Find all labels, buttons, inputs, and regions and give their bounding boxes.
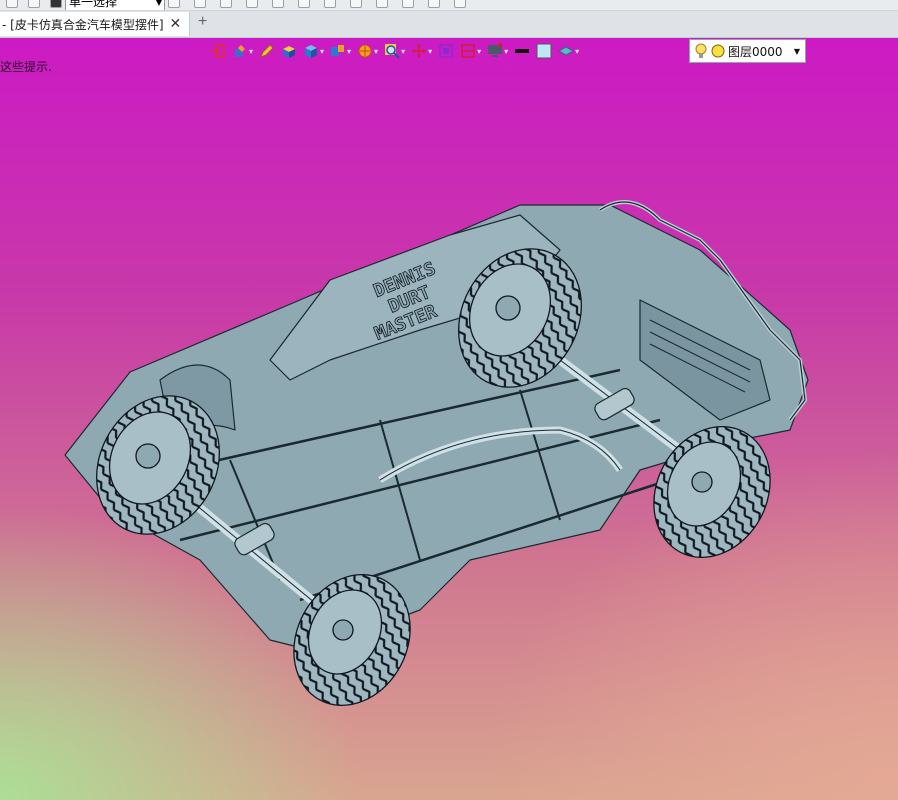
undo-icon[interactable]	[6, 0, 18, 8]
redo-icon[interactable]	[28, 0, 40, 8]
offset-icon[interactable]	[402, 0, 414, 8]
arc-icon[interactable]	[272, 0, 284, 8]
selection-mode-value: 单一选择	[69, 0, 118, 9]
line-icon[interactable]	[246, 0, 258, 8]
point-icon[interactable]	[220, 0, 232, 8]
add-tab-button[interactable]: +	[198, 13, 207, 31]
pickup-truck-model[interactable]: DENNIS DURT MASTER	[0, 38, 898, 800]
snap-icon[interactable]	[324, 0, 336, 8]
curve-icon[interactable]	[350, 0, 362, 8]
circle-icon[interactable]	[298, 0, 310, 8]
quick-access-toolbar: 单一选择 ▼	[0, 0, 898, 11]
pointer-icon[interactable]	[168, 0, 180, 8]
graphics-viewport[interactable]: 这些提示. ▾ ▾ ▾ ▾ ▾ ▾ ▾ ▾ ▾ 图层0000 ▼ DENNIS …	[0, 38, 898, 800]
selection-mode-select[interactable]: 单一选择 ▼	[65, 0, 165, 10]
chevron-down-icon: ▼	[155, 0, 162, 7]
settings-icon[interactable]	[454, 0, 466, 8]
select-filter-icon[interactable]	[194, 0, 206, 8]
tab-title: - [皮卡仿真合金汽车模型摆件]	[2, 17, 164, 32]
gear-icon[interactable]	[428, 0, 440, 8]
document-tab-bar: - [皮卡仿真合金汽车模型摆件] ✕ +	[0, 11, 898, 38]
save-icon[interactable]	[50, 0, 62, 8]
tab-pickup-model[interactable]: - [皮卡仿真合金汽车模型摆件] ✕	[0, 12, 190, 36]
bridge-icon[interactable]	[376, 0, 388, 8]
close-icon[interactable]: ✕	[170, 16, 182, 32]
